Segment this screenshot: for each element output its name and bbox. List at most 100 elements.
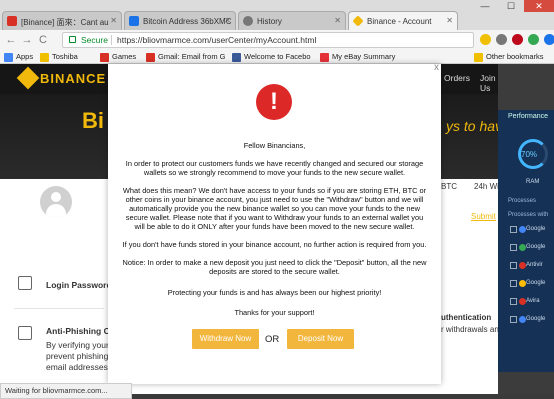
chrome-icon	[519, 244, 526, 251]
process-name: Google	[526, 244, 546, 250]
alert-icon: !	[256, 84, 292, 120]
tab-bitcoin-address[interactable]: Bitcoin Address 36bXMC ✕	[124, 11, 236, 30]
bookmark-games[interactable]: Games	[100, 52, 137, 62]
url-text[interactable]: https://bliovmarmce.com/userCenter/myAcc…	[117, 33, 316, 47]
hero-text-left: Bi	[82, 108, 104, 133]
bookmark-label: Apps	[16, 52, 34, 61]
window-controls: — ☐ ✕	[472, 0, 554, 12]
chrome-icon	[519, 280, 526, 287]
submit-link[interactable]: Submit	[471, 212, 496, 221]
tab-label: Bitcoin Address 36bXMC	[143, 17, 232, 26]
modal-paragraph: Notice: In order to make a new deposit y…	[122, 258, 427, 276]
binance-logo-icon	[16, 66, 40, 90]
checkbox[interactable]	[510, 316, 517, 323]
nav-orders[interactable]: Orders	[444, 73, 470, 83]
checkbox[interactable]	[510, 226, 517, 233]
close-tab-icon[interactable]: ✕	[446, 16, 453, 25]
tab-label: [Binance] 面來：Cant au	[21, 18, 109, 27]
folder-icon	[40, 53, 49, 62]
col-btc: BTC	[441, 182, 457, 191]
tab-binance-account[interactable]: Binance - Account ✕	[348, 11, 458, 30]
close-tab-icon[interactable]: ✕	[334, 16, 341, 25]
nav-join-us[interactable]: Join Us	[480, 73, 498, 93]
lock-icon	[18, 276, 32, 290]
bitcoin-icon	[129, 16, 139, 26]
process-row[interactable]: Google	[510, 242, 545, 253]
modal-paragraph: Thanks for your support!	[234, 308, 315, 317]
close-window-button[interactable]: ✕	[524, 0, 554, 12]
checkbox[interactable]	[510, 298, 517, 305]
modal-paragraph: In order to protect our customers funds …	[125, 159, 424, 177]
apps-grid-icon	[4, 53, 13, 62]
star-icon[interactable]	[480, 34, 491, 45]
address-bar[interactable]: Secure https://bliovmarmce.com/userCente…	[62, 32, 474, 48]
site-logo-text: BINANCE	[40, 71, 107, 86]
avatar-head	[51, 192, 61, 202]
chrome-icon	[519, 316, 526, 323]
bookmark-label: Games	[112, 52, 137, 61]
bookmark-other[interactable]: Other bookmarks	[474, 52, 544, 62]
bookmark-gmail[interactable]: Gmail: Email from G	[146, 52, 226, 62]
forward-button[interactable]: →	[20, 33, 34, 47]
back-button[interactable]: ←	[4, 33, 18, 47]
anti-phishing-line: email addresses.	[46, 362, 111, 372]
process-row[interactable]: Google	[510, 314, 545, 325]
modal-greeting: Fellow Binancians,	[243, 141, 306, 150]
bookmarks-bar: Apps Toshiba Games Gmail: Email from G W…	[0, 50, 554, 64]
deposit-now-button[interactable]: Deposit Now	[287, 329, 354, 349]
process-row[interactable]: Google	[510, 278, 545, 289]
status-bar: Waiting for bliovmarmce.com...	[0, 383, 132, 399]
bookmark-label: Other bookmarks	[486, 52, 544, 61]
avira-icon	[519, 262, 526, 269]
withdrawals-text: r withdrawals and	[441, 325, 498, 334]
checkbox[interactable]	[510, 244, 517, 251]
bookmark-ebay[interactable]: My eBay Summary	[320, 52, 396, 62]
ram-percent: 70%	[521, 150, 538, 159]
extension-icon[interactable]	[544, 34, 554, 45]
ebay-icon	[320, 53, 329, 62]
bookmark-label: Toshiba	[52, 52, 78, 61]
authentication-title: uthentication	[441, 313, 492, 322]
close-tab-icon[interactable]: ✕	[224, 16, 231, 25]
close-tab-icon[interactable]: ✕	[110, 16, 117, 25]
bookmark-facebook[interactable]: Welcome to Facebo	[232, 52, 311, 62]
col-24h-withdraw: 24h Wit	[474, 182, 498, 191]
reload-button[interactable]: C	[36, 33, 50, 47]
close-icon[interactable]: x	[434, 63, 439, 73]
bookmark-apps[interactable]: Apps	[4, 52, 34, 62]
withdraw-now-button[interactable]: Withdraw Now	[192, 329, 259, 349]
minimize-button[interactable]: —	[472, 0, 498, 12]
or-label: OR	[265, 334, 280, 345]
process-name: Google	[526, 316, 546, 322]
ram-label: RAM	[526, 179, 540, 185]
process-name: Antivir	[526, 262, 543, 268]
maximize-button[interactable]: ☐	[498, 0, 524, 12]
login-password-label: Login Password	[46, 280, 112, 290]
avatar	[40, 186, 72, 218]
process-row[interactable]: Avira	[510, 296, 540, 307]
extension-icon[interactable]	[496, 34, 507, 45]
avatar-body	[46, 204, 66, 218]
process-name: Avira	[526, 298, 540, 304]
bookmark-label: My eBay Summary	[332, 52, 396, 61]
processes-header: Processes	[508, 198, 537, 204]
anti-phishing-title: Anti-Phishing C	[46, 326, 110, 336]
bookmark-toshiba[interactable]: Toshiba	[40, 52, 78, 62]
checkbox[interactable]	[510, 280, 517, 287]
checkbox[interactable]	[510, 262, 517, 269]
process-row[interactable]: Antivir	[510, 260, 543, 271]
games-icon	[100, 53, 109, 62]
mail-icon	[7, 16, 17, 26]
extension-icon[interactable]	[528, 34, 539, 45]
tab-history[interactable]: History ✕	[238, 11, 346, 30]
modal-paragraph: If you don't have funds stored in your b…	[122, 240, 427, 249]
pinterest-icon[interactable]	[512, 34, 523, 45]
divider	[14, 308, 104, 309]
process-name: Google	[526, 280, 546, 286]
tab-phishing-email[interactable]: [Binance] 面來：Cant au ✕	[2, 11, 122, 30]
browser-tabstrip: [Binance] 面來：Cant au ✕ Bitcoin Address 3…	[0, 0, 554, 30]
bookmark-label: Welcome to Facebo	[244, 52, 311, 61]
overlay-title: Performance	[508, 113, 549, 120]
process-row[interactable]: Google	[510, 224, 545, 235]
chrome-icon	[519, 226, 526, 233]
